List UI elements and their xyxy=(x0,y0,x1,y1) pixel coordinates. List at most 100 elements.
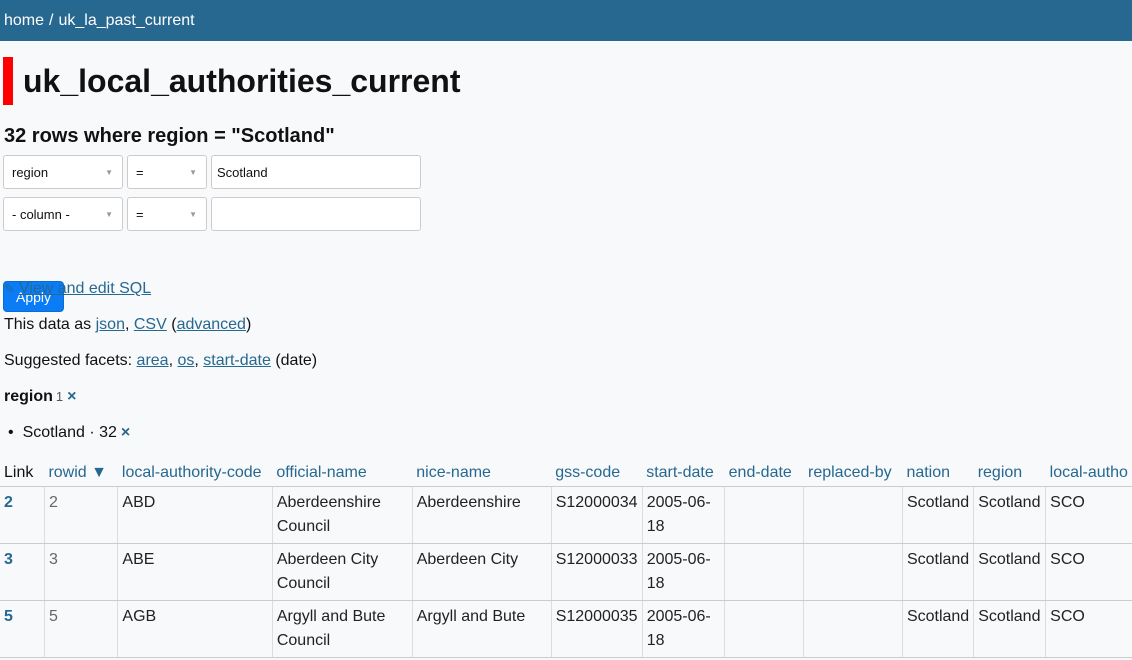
dropdown-arrow-icon: ▼ xyxy=(189,168,197,177)
cell-nice-name: Aberdeenshire xyxy=(412,486,552,544)
cell-local-authority: SCO xyxy=(1045,543,1132,601)
cell-start-date: 2005-06-18 xyxy=(642,543,726,601)
facet-item: • Scotland · 32 × xyxy=(8,424,130,442)
facet-name: region xyxy=(4,388,53,405)
cell-end-date xyxy=(724,486,805,544)
suggested-facets-line: Suggested facets: area, os, start-date (… xyxy=(4,352,318,369)
view-edit-sql-link[interactable]: View and edit SQL xyxy=(19,280,151,297)
results-table: Link rowid ▼ local-authority-code offici… xyxy=(0,460,1132,658)
row-link[interactable]: 3 xyxy=(4,551,13,568)
cell-local-authority-code: ABD xyxy=(117,486,273,544)
row-link[interactable]: 2 xyxy=(4,494,13,511)
cell-nation: Scotland xyxy=(902,486,975,544)
cell-start-date: 2005-06-18 xyxy=(642,600,726,658)
page-title: uk_local_authorities_current xyxy=(3,57,460,105)
filter-value-input[interactable] xyxy=(211,197,421,231)
column-header[interactable]: rowid ▼ xyxy=(44,460,118,487)
cell-start-date: 2005-06-18 xyxy=(642,486,726,544)
filter-operator-select[interactable]: = ▼ xyxy=(127,155,207,189)
cell-nice-name: Aberdeen City xyxy=(412,543,552,601)
column-header[interactable]: gss-code xyxy=(551,460,643,487)
dropdown-arrow-icon: ▼ xyxy=(105,210,113,219)
cell-nation: Scotland xyxy=(902,543,975,601)
column-header[interactable]: region xyxy=(973,460,1046,487)
filter-operator-select[interactable]: = ▼ xyxy=(127,197,207,231)
row-link[interactable]: 5 xyxy=(4,608,13,625)
filter-operator-value: = xyxy=(136,164,144,180)
breadcrumb-home-link[interactable]: home xyxy=(4,12,44,30)
dropdown-arrow-icon: ▼ xyxy=(105,168,113,177)
cell-replaced-by xyxy=(803,486,903,544)
export-line: This data as json, CSV (advanced) xyxy=(4,316,251,334)
facet-start-date-link[interactable]: start-date xyxy=(203,352,271,369)
export-json-link[interactable]: json xyxy=(96,316,125,333)
cell-replaced-by xyxy=(803,543,903,601)
facet-os-link[interactable]: os xyxy=(177,352,194,369)
cell-nation: Scotland xyxy=(902,600,975,658)
table-row: 5 5 AGB Argyll and Bute Council Argyll a… xyxy=(0,600,1132,658)
cell-end-date xyxy=(724,543,805,601)
filter-column-value: - column - xyxy=(12,206,70,222)
cell-end-date xyxy=(724,600,805,658)
cell-gss-code: S12000035 xyxy=(551,600,643,658)
sql-link-line: ✎ View and edit SQL xyxy=(4,280,151,298)
export-paren-close: ) xyxy=(245,316,252,333)
column-header[interactable]: nation xyxy=(902,460,974,487)
table-header-row: Link rowid ▼ local-authority-code offici… xyxy=(0,460,1132,487)
dropdown-arrow-icon: ▼ xyxy=(189,210,197,219)
column-header[interactable]: local-authority-code xyxy=(117,460,273,487)
breadcrumb: home / uk_la_past_current xyxy=(0,0,1132,41)
cell-gss-code: S12000033 xyxy=(551,543,643,601)
facet-title: region 1 × xyxy=(4,388,76,406)
pencil-icon: ✎ xyxy=(4,281,15,296)
cell-nice-name: Argyll and Bute xyxy=(412,600,552,658)
facet-area-link[interactable]: area xyxy=(137,352,169,369)
column-header: Link xyxy=(0,460,45,487)
filter-row-1: region ▼ = ▼ Scotland xyxy=(3,155,421,189)
column-header[interactable]: nice-name xyxy=(412,460,552,487)
breadcrumb-database-link[interactable]: uk_la_past_current xyxy=(58,12,194,30)
cell-link: 2 xyxy=(0,486,45,544)
column-header[interactable]: replaced-by xyxy=(803,460,903,487)
table-row: 2 2 ABD Aberdeenshire Council Aberdeensh… xyxy=(0,486,1132,544)
cell-region: Scotland xyxy=(973,600,1047,658)
filter-operator-value: = xyxy=(136,206,144,222)
export-advanced-link[interactable]: advanced xyxy=(177,316,246,333)
bullet-icon: • xyxy=(8,424,14,441)
table-row: 3 3 ABE Aberdeen City Council Aberdeen C… xyxy=(0,543,1132,601)
column-header[interactable]: start-date xyxy=(642,460,725,487)
cell-link: 5 xyxy=(0,600,45,658)
filter-value-input[interactable]: Scotland xyxy=(211,155,421,189)
suggested-suffix: (date) xyxy=(275,352,318,369)
column-header[interactable]: local-autho xyxy=(1045,460,1132,487)
cell-rowid: 2 xyxy=(44,486,119,544)
breadcrumb-separator: / xyxy=(49,11,54,29)
row-count-heading: 32 rows where region = "Scotland" xyxy=(4,125,335,147)
filter-column-select[interactable]: - column - ▼ xyxy=(3,197,123,231)
cell-local-authority-code: ABE xyxy=(117,543,273,601)
suggested-prefix: Suggested facets: xyxy=(4,352,133,369)
cell-replaced-by xyxy=(803,600,903,658)
facet-item-label: Scotland xyxy=(22,424,85,441)
column-header[interactable]: end-date xyxy=(724,460,804,487)
filter-row-2: - column - ▼ = ▼ xyxy=(3,197,421,231)
facet-count: 1 xyxy=(55,389,64,404)
cell-rowid: 3 xyxy=(44,543,119,601)
filter-column-select[interactable]: region ▼ xyxy=(3,155,123,189)
cell-local-authority: SCO xyxy=(1045,600,1132,658)
cell-gss-code: S12000034 xyxy=(551,486,643,544)
filter-column-value: region xyxy=(12,164,49,180)
cell-official-name: Argyll and Bute Council xyxy=(272,600,413,658)
export-comma: , xyxy=(124,316,130,333)
cell-official-name: Aberdeenshire Council xyxy=(272,486,413,544)
close-icon[interactable]: × xyxy=(121,424,130,441)
export-prefix: This data as xyxy=(4,316,92,333)
cell-link: 3 xyxy=(0,543,45,601)
export-csv-link[interactable]: CSV xyxy=(134,316,167,333)
cell-local-authority: SCO xyxy=(1045,486,1132,544)
close-icon[interactable]: × xyxy=(67,388,76,405)
facet-item-dot: · xyxy=(89,424,95,441)
cell-rowid: 5 xyxy=(44,600,119,658)
column-header[interactable]: official-name xyxy=(272,460,413,487)
facet-item-count: 32 xyxy=(99,424,117,441)
